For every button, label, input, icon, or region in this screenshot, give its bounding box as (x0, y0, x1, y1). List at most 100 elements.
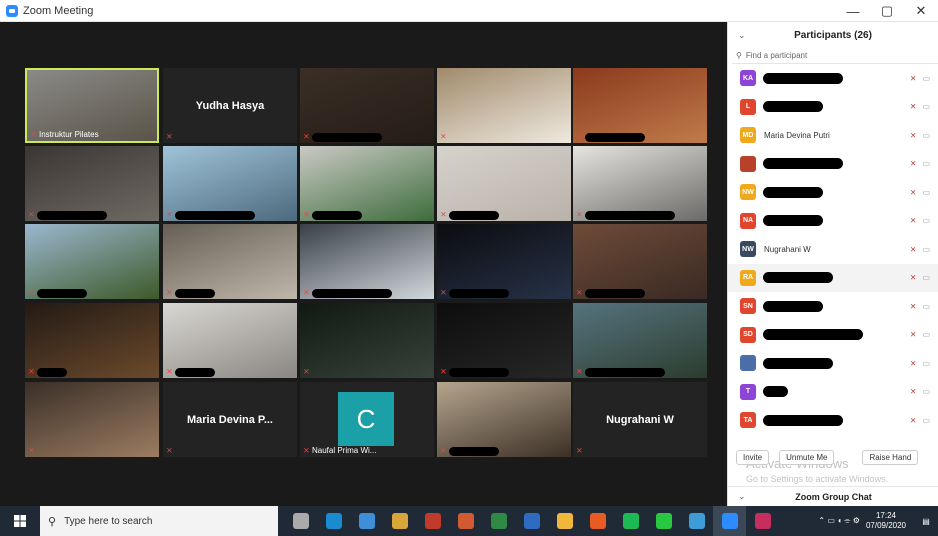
restore-button[interactable]: ▢ (870, 0, 904, 22)
collapse-chevron-icon[interactable]: ⌄ (738, 30, 746, 41)
muted-mic-icon[interactable]: ⨯ (910, 416, 917, 425)
video-tile[interactable]: ⨯ (163, 146, 297, 221)
video-tile[interactable]: ⨯ (300, 224, 434, 299)
camera-icon[interactable]: ▭ (922, 302, 930, 311)
taskbar-app-icon[interactable] (482, 506, 515, 536)
windows-start-icon[interactable] (0, 506, 40, 536)
muted-mic-icon[interactable]: ⨯ (910, 302, 917, 311)
camera-icon[interactable]: ▭ (922, 159, 930, 168)
video-tile[interactable]: ⨯ (437, 68, 571, 143)
app-icon (622, 513, 639, 529)
muted-mic-icon[interactable]: ⨯ (910, 216, 917, 225)
muted-mic-icon[interactable]: ⨯ (910, 359, 917, 368)
taskbar-app-icon[interactable] (350, 506, 383, 536)
notification-icon[interactable]: ▤ (914, 517, 938, 526)
video-tile[interactable]: Yudha Hasya ⨯ (163, 68, 297, 143)
muted-mic-icon[interactable]: ⨯ (910, 330, 917, 339)
video-tile[interactable]: ⨯ (573, 224, 707, 299)
video-tile[interactable]: ⨯ (163, 224, 297, 299)
participant-row[interactable]: T ⨯ ▭ (728, 378, 938, 407)
video-tile[interactable]: ⨯ (437, 303, 571, 378)
group-chat-header[interactable]: ⌄ Zoom Group Chat (728, 486, 938, 506)
video-tile[interactable]: C ⨯ Naufal Prima Wi... (300, 382, 434, 457)
participant-row[interactable]: NW ⨯ ▭ (728, 178, 938, 207)
camera-icon[interactable]: ▭ (922, 245, 930, 254)
video-tile[interactable]: ⨯ (25, 224, 159, 299)
participant-row[interactable]: NA ⨯ ▭ (728, 207, 938, 236)
taskbar-app-icon[interactable] (647, 506, 680, 536)
video-tile[interactable]: ⨯ (437, 382, 571, 457)
participant-row[interactable]: NW Nugrahani W ⨯ ▭ (728, 235, 938, 264)
video-tile[interactable]: ⨯ (437, 146, 571, 221)
taskbar-app-icon[interactable] (548, 506, 581, 536)
camera-icon[interactable]: ▭ (922, 359, 930, 368)
participant-row[interactable]: MD Maria Devina Putri ⨯ ▭ (728, 121, 938, 150)
muted-mic-icon[interactable]: ⨯ (910, 159, 917, 168)
avatar: NA (740, 212, 756, 229)
camera-icon[interactable]: ▭ (922, 416, 930, 425)
taskbar-app-icon[interactable] (713, 506, 746, 536)
muted-mic-icon[interactable]: ⨯ (910, 387, 917, 396)
redacted-name (585, 368, 665, 377)
taskbar-app-icon[interactable] (746, 506, 779, 536)
camera-icon[interactable]: ▭ (922, 387, 930, 396)
video-tile[interactable]: Nugrahani W ⨯ (573, 382, 707, 457)
participant-row[interactable]: ⨯ ▭ (728, 349, 938, 378)
clock[interactable]: 17:24 07/09/2020 (866, 511, 906, 531)
taskbar-app-icon[interactable] (383, 506, 416, 536)
taskbar-app-icon[interactable] (515, 506, 548, 536)
camera-icon[interactable]: ▭ (922, 131, 930, 140)
taskbar-app-icon[interactable] (284, 506, 317, 536)
video-tile[interactable]: ⨯ (25, 382, 159, 457)
camera-icon[interactable]: ▭ (922, 273, 930, 282)
muted-mic-icon[interactable]: ⨯ (910, 245, 917, 254)
muted-mic-icon[interactable]: ⨯ (910, 188, 917, 197)
video-tile[interactable]: ⨯ (573, 68, 707, 143)
taskbar-search-input[interactable]: Type here to search (64, 516, 152, 527)
muted-mic-icon[interactable]: ⨯ (910, 131, 917, 140)
camera-icon[interactable]: ▭ (922, 74, 930, 83)
participant-row[interactable]: RA ⨯ ▭ (728, 263, 938, 292)
video-tile[interactable]: ⨯ (300, 303, 434, 378)
tray-icons[interactable]: ⌃ ▭ ◖ ⌯ ⚙ (818, 516, 860, 526)
minimize-button[interactable]: — (836, 0, 870, 22)
camera-icon[interactable]: ▭ (922, 102, 930, 111)
participant-row[interactable]: SD ⨯ ▭ (728, 321, 938, 350)
taskbar-app-icon[interactable] (581, 506, 614, 536)
camera-icon[interactable]: ▭ (922, 216, 930, 225)
muted-mic-icon[interactable]: ⨯ (910, 74, 917, 83)
invite-button[interactable]: Invite (736, 450, 770, 465)
taskbar-app-icon[interactable] (614, 506, 647, 536)
taskbar-app-icon[interactable] (416, 506, 449, 536)
video-tile[interactable]: ⨯ (300, 68, 434, 143)
video-tile[interactable]: ⨯ Instruktur Pilates (25, 68, 159, 143)
search-input[interactable]: Find a participant (746, 51, 807, 60)
muted-mic-icon: ⨯ (303, 132, 310, 141)
video-tile[interactable]: ⨯ (25, 303, 159, 378)
unmute-me-button[interactable]: Unmute Me (779, 450, 835, 465)
participant-row[interactable]: KA ⨯ ▭ (728, 64, 938, 93)
participant-row[interactable]: ⨯ ▭ (728, 150, 938, 179)
camera-icon[interactable]: ▭ (922, 330, 930, 339)
taskbar-search[interactable]: ⚲ Type here to search (40, 506, 278, 536)
chat-chevron-icon[interactable]: ⌄ (738, 491, 746, 502)
raise-hand-button[interactable]: Raise Hand (862, 450, 919, 465)
video-tile[interactable]: ⨯ (300, 146, 434, 221)
video-tile[interactable]: ⨯ (25, 146, 159, 221)
muted-mic-icon[interactable]: ⨯ (910, 102, 917, 111)
muted-mic-icon[interactable]: ⨯ (910, 273, 917, 282)
participant-row[interactable]: SN ⨯ ▭ (728, 292, 938, 321)
close-button[interactable]: ✕ (904, 0, 938, 22)
camera-icon[interactable]: ▭ (922, 188, 930, 197)
video-tile[interactable]: ⨯ (163, 303, 297, 378)
participant-search[interactable]: ⚲ Find a participant (732, 48, 938, 64)
taskbar-app-icon[interactable] (680, 506, 713, 536)
video-tile[interactable]: ⨯ (437, 224, 571, 299)
taskbar-app-icon[interactable] (449, 506, 482, 536)
video-tile[interactable]: ⨯ (573, 146, 707, 221)
taskbar-app-icon[interactable] (317, 506, 350, 536)
participant-row[interactable]: L ⨯ ▭ (728, 93, 938, 122)
participant-row[interactable]: TA ⨯ ▭ (728, 406, 938, 435)
video-tile[interactable]: Maria Devina P... ⨯ (163, 382, 297, 457)
video-tile[interactable]: ⨯ (573, 303, 707, 378)
